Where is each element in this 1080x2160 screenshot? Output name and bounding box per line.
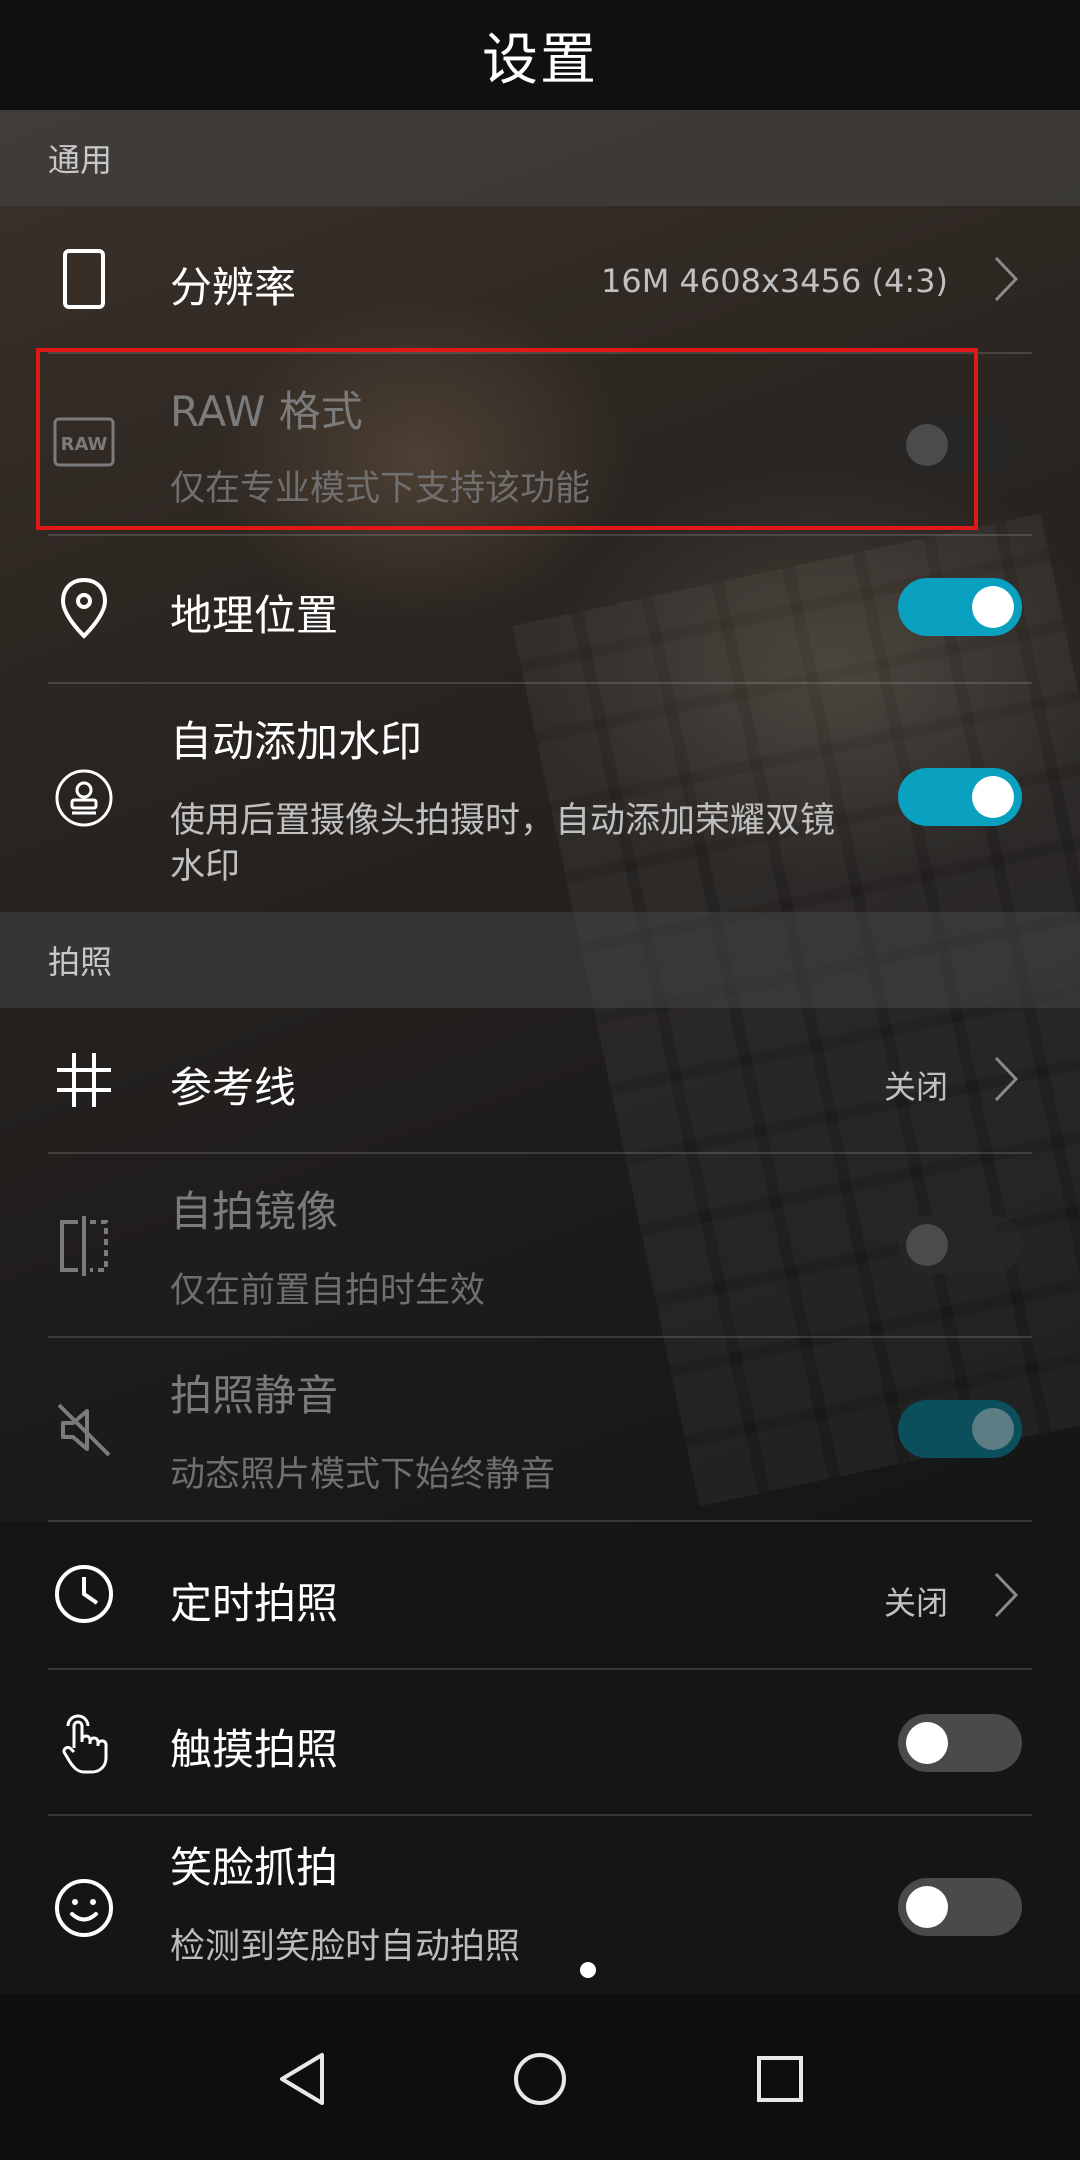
touch-hand-icon bbox=[48, 1706, 120, 1778]
back-triangle-icon[interactable] bbox=[256, 2034, 346, 2124]
watermark-description: 使用后置摄像头拍摄时，自动添加荣耀双镜水印 bbox=[170, 801, 836, 887]
page-dot-active bbox=[580, 1962, 596, 1978]
chevron-right-icon bbox=[994, 256, 1019, 302]
shutter-mute-row[interactable]: 拍照静音 动态照片模式下始终静音 bbox=[0, 1338, 1080, 1520]
chevron-right-icon bbox=[994, 1572, 1019, 1618]
shutter-mute-label: 拍照静音 bbox=[170, 1371, 339, 1420]
watermark-label: 自动添加水印 bbox=[170, 717, 423, 766]
page-indicator bbox=[0, 1962, 1080, 1982]
watermark-toggle[interactable] bbox=[898, 768, 1022, 826]
location-row[interactable]: 地理位置 bbox=[0, 536, 1080, 682]
resolution-row[interactable]: 分辨率 16M 4608x3456 (4:3) bbox=[0, 206, 1080, 352]
section-header-general: 通用 bbox=[0, 110, 1080, 206]
phone-outline-icon bbox=[48, 243, 120, 315]
stamp-icon bbox=[48, 762, 120, 834]
gridlines-value: 关闭 bbox=[883, 1068, 948, 1106]
touch-capture-row[interactable]: 触摸拍照 bbox=[0, 1670, 1080, 1814]
section-title-general: 通用 bbox=[48, 141, 113, 179]
toggle-knob bbox=[906, 1224, 948, 1266]
touch-capture-label: 触摸拍照 bbox=[170, 1725, 339, 1774]
toggle-knob bbox=[972, 1408, 1014, 1450]
section-title-photo: 拍照 bbox=[48, 943, 113, 981]
smile-capture-label: 笑脸抓拍 bbox=[170, 1843, 339, 1892]
timer-value: 关闭 bbox=[883, 1584, 948, 1622]
touch-capture-toggle[interactable] bbox=[898, 1714, 1022, 1772]
watermark-row[interactable]: 自动添加水印 使用后置摄像头拍摄时，自动添加荣耀双镜水印 bbox=[0, 684, 1080, 910]
selfie-mirror-toggle[interactable] bbox=[898, 1216, 1022, 1274]
location-pin-icon bbox=[48, 572, 120, 644]
resolution-label: 分辨率 bbox=[170, 263, 297, 312]
toggle-knob bbox=[906, 1886, 948, 1928]
grid-icon bbox=[48, 1044, 120, 1116]
timer-row[interactable]: 定时拍照 关闭 bbox=[0, 1522, 1080, 1668]
recents-square-icon[interactable] bbox=[735, 2034, 825, 2124]
gridlines-row[interactable]: 参考线 关闭 bbox=[0, 1008, 1080, 1152]
navigation-bar bbox=[0, 1994, 1080, 2160]
shutter-mute-toggle[interactable] bbox=[898, 1400, 1022, 1458]
mute-speaker-icon bbox=[48, 1394, 120, 1466]
section-header-photo: 拍照 bbox=[0, 912, 1080, 1008]
toggle-knob bbox=[972, 586, 1014, 628]
resolution-value: 16M 4608x3456 (4:3) bbox=[601, 262, 948, 300]
home-circle-icon[interactable] bbox=[495, 2034, 585, 2124]
smile-capture-toggle[interactable] bbox=[898, 1878, 1022, 1936]
highlight-box bbox=[36, 348, 978, 530]
selfie-mirror-row[interactable]: 自拍镜像 仅在前置自拍时生效 bbox=[0, 1154, 1080, 1336]
mirror-icon bbox=[48, 1210, 120, 1282]
selfie-mirror-label: 自拍镜像 bbox=[170, 1187, 339, 1236]
timer-label: 定时拍照 bbox=[170, 1579, 339, 1628]
toggle-knob bbox=[906, 1722, 948, 1764]
shutter-mute-description: 动态照片模式下始终静音 bbox=[170, 1455, 556, 1495]
smile-face-icon bbox=[48, 1872, 120, 1944]
selfie-mirror-description: 仅在前置自拍时生效 bbox=[170, 1271, 486, 1311]
toggle-knob bbox=[972, 776, 1014, 818]
chevron-right-icon bbox=[994, 1056, 1019, 1102]
page-title: 设置 bbox=[482, 27, 598, 93]
title-bar: 设置 bbox=[0, 0, 1080, 110]
location-label: 地理位置 bbox=[170, 591, 339, 640]
clock-icon bbox=[48, 1558, 120, 1630]
gridlines-label: 参考线 bbox=[170, 1063, 297, 1112]
location-toggle[interactable] bbox=[898, 578, 1022, 636]
